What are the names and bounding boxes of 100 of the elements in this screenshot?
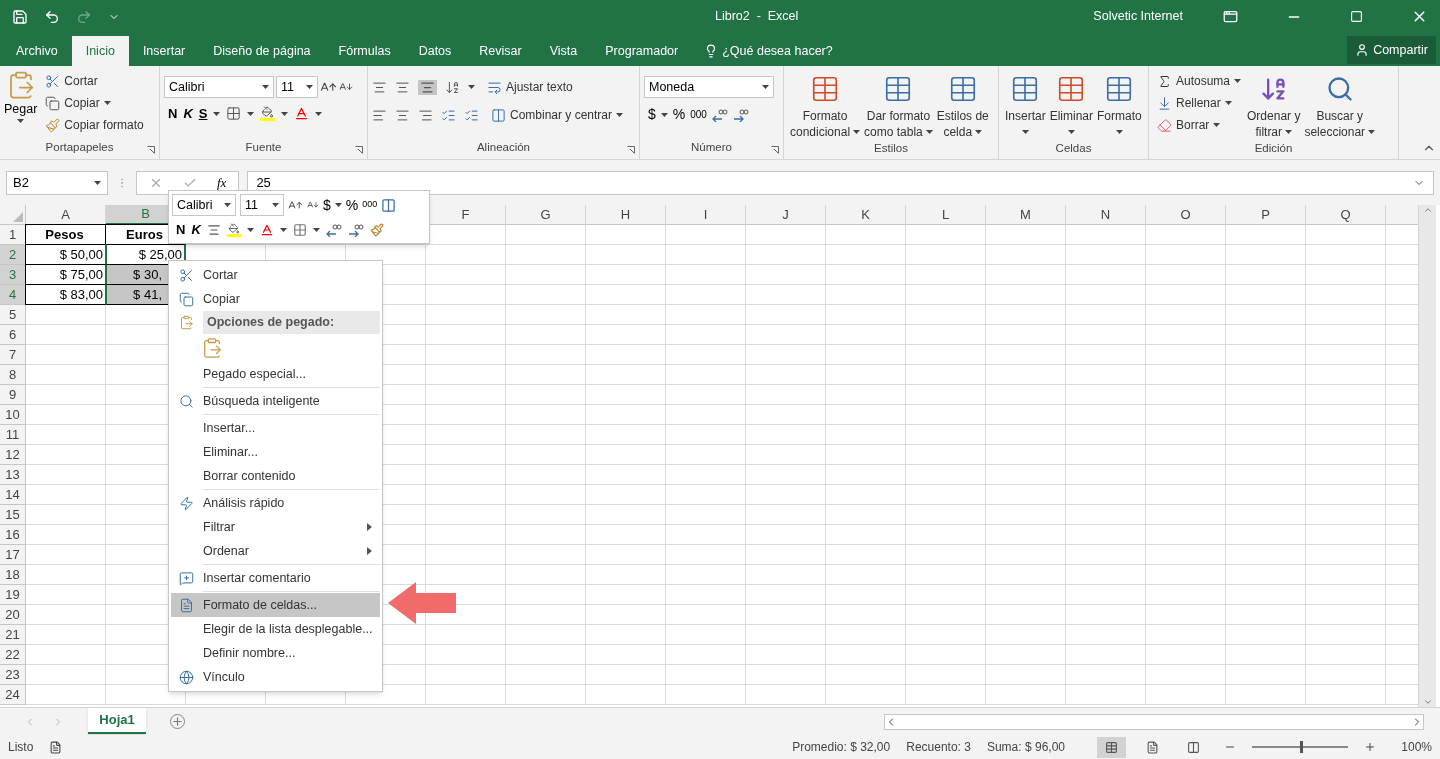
scroll-up-icon[interactable]: [1422, 205, 1433, 215]
fill-color-icon[interactable]: [226, 222, 241, 237]
row-header[interactable]: 9: [0, 385, 26, 405]
column-header[interactable]: I: [666, 205, 746, 225]
menu-item[interactable]: Vínculo: [171, 665, 380, 689]
row-header[interactable]: 5: [0, 305, 26, 325]
sort-filter-button[interactable]: Ordenar y filtrar: [1245, 70, 1303, 140]
column-header[interactable]: H: [586, 205, 666, 225]
thousands-button[interactable]: 000: [690, 107, 707, 122]
bold-button[interactable]: N: [168, 104, 178, 124]
menu-item[interactable]: Búsqueda inteligente: [171, 389, 380, 413]
borders-icon[interactable]: [292, 222, 307, 237]
copy-button[interactable]: Copiar: [41, 92, 148, 114]
row-header[interactable]: 3: [0, 265, 26, 285]
row-header[interactable]: 11: [0, 425, 26, 445]
wrap-text-button[interactable]: Ajustar texto: [483, 76, 577, 98]
menu-item[interactable]: Elegir de la lista desplegable...: [171, 617, 380, 641]
row-header[interactable]: 19: [0, 585, 26, 605]
row-header[interactable]: 14: [0, 485, 26, 505]
menu-item[interactable]: Eliminar...: [171, 440, 380, 464]
view-button[interactable]: [1097, 736, 1126, 758]
menu-item[interactable]: Filtrar: [171, 515, 380, 539]
row-header[interactable]: 24: [0, 685, 26, 705]
menu-item[interactable]: Formato de celdas...: [171, 593, 380, 617]
cells-button[interactable]: Formato: [1095, 70, 1144, 140]
font-color-icon[interactable]: [259, 222, 274, 237]
column-header[interactable]: M: [986, 205, 1066, 225]
zoom-percent[interactable]: 100%: [1392, 738, 1432, 756]
italic-button[interactable]: K: [183, 104, 193, 124]
align-center-icon[interactable]: [206, 222, 221, 237]
ribbon-tab[interactable]: Inicio: [71, 36, 129, 66]
percent-button[interactable]: %: [672, 104, 686, 125]
ribbon-tab[interactable]: Archivo: [2, 36, 72, 66]
thousands-button[interactable]: 000: [362, 198, 378, 212]
fill-color-icon[interactable]: [260, 106, 276, 122]
row-header[interactable]: 15: [0, 505, 26, 525]
ribbon-tab[interactable]: Datos: [404, 36, 466, 66]
row-header[interactable]: 21: [0, 625, 26, 645]
row-header[interactable]: 13: [0, 465, 26, 485]
font-name-field[interactable]: Calibri: [172, 194, 236, 216]
decimal-increase-icon[interactable]: [711, 107, 728, 122]
ribbon-tab[interactable]: Fórmulas: [324, 36, 405, 66]
ribbon-tab[interactable]: Diseño de página: [199, 36, 325, 66]
row-header[interactable]: 8: [0, 365, 26, 385]
zoom-slider[interactable]: [1252, 741, 1348, 753]
ribbon-tab[interactable]: Insertar: [128, 36, 200, 66]
menu-item[interactable]: Borrar contenido: [171, 464, 380, 488]
font-size-field[interactable]: 11: [276, 76, 318, 98]
column-header[interactable]: G: [506, 205, 586, 225]
row-header[interactable]: 17: [0, 545, 26, 565]
ribbon-tab[interactable]: Revisar: [465, 36, 536, 66]
format-painter-button[interactable]: Copiar formato: [41, 114, 148, 136]
row-header[interactable]: 10: [0, 405, 26, 425]
tell-me-field[interactable]: ¿Qué desea hacer?: [692, 36, 845, 66]
currency-button[interactable]: $: [648, 104, 656, 125]
row-header[interactable]: 2: [0, 245, 26, 265]
zoom-thumb[interactable]: [1300, 741, 1303, 753]
font-name-field[interactable]: Calibri: [164, 76, 274, 98]
share-button[interactable]: Compartir: [1347, 36, 1436, 64]
row-header[interactable]: 4: [0, 285, 26, 305]
find-select-button[interactable]: Buscar y seleccionar: [1302, 70, 1378, 140]
paintbrush-icon[interactable]: [369, 222, 384, 237]
dialog-launcher-icon[interactable]: [147, 146, 155, 154]
name-box[interactable]: B2: [6, 170, 108, 195]
font-color-icon[interactable]: [294, 106, 310, 122]
shrink-font-icon[interactable]: [307, 199, 319, 211]
cut-button[interactable]: Cortar: [41, 70, 148, 92]
column-header[interactable]: L: [906, 205, 986, 225]
ribbon-tab[interactable]: Vista: [535, 36, 592, 66]
scroll-down-icon[interactable]: [1422, 697, 1433, 707]
font-size-field[interactable]: 11: [240, 194, 284, 216]
ribbon-display-icon[interactable]: [1223, 9, 1238, 24]
styles-button[interactable]: Estilos de celda: [934, 70, 991, 140]
sheet-tab[interactable]: Hoja1: [88, 707, 146, 734]
insert-function-button[interactable]: fx: [217, 172, 227, 193]
zoom-in-icon[interactable]: [1364, 741, 1376, 753]
row-header[interactable]: 23: [0, 665, 26, 685]
merge-center-button[interactable]: Combinar y centrar: [487, 104, 628, 126]
dialog-launcher-icon[interactable]: [771, 146, 779, 154]
column-header[interactable]: K: [826, 205, 906, 225]
formula-field[interactable]: 25: [247, 170, 1434, 195]
column-header[interactable]: P: [1226, 205, 1306, 225]
row-header[interactable]: 12: [0, 445, 26, 465]
paste-button[interactable]: Pegar: [4, 70, 42, 139]
dialog-launcher-icon[interactable]: [355, 146, 363, 154]
column-header[interactable]: Q: [1306, 205, 1386, 225]
add-sheet-icon[interactable]: [170, 714, 185, 729]
row-header[interactable]: 1: [0, 225, 26, 245]
cells-button[interactable]: Insertar: [1003, 70, 1048, 140]
decimal-decrease-icon[interactable]: [347, 222, 364, 237]
undo-icon[interactable]: [44, 8, 60, 25]
column-header[interactable]: J: [746, 205, 826, 225]
underline-button[interactable]: S: [198, 104, 208, 124]
column-header[interactable]: N: [1066, 205, 1146, 225]
menu-item[interactable]: Ordenar: [171, 539, 380, 563]
merge-icon[interactable]: [381, 197, 397, 213]
menu-item[interactable]: Insertar...: [171, 416, 380, 440]
menu-item[interactable]: Definir nombre...: [171, 641, 380, 665]
decimal-increase-icon[interactable]: [325, 222, 342, 237]
clear-button[interactable]: Borrar: [1153, 114, 1246, 136]
